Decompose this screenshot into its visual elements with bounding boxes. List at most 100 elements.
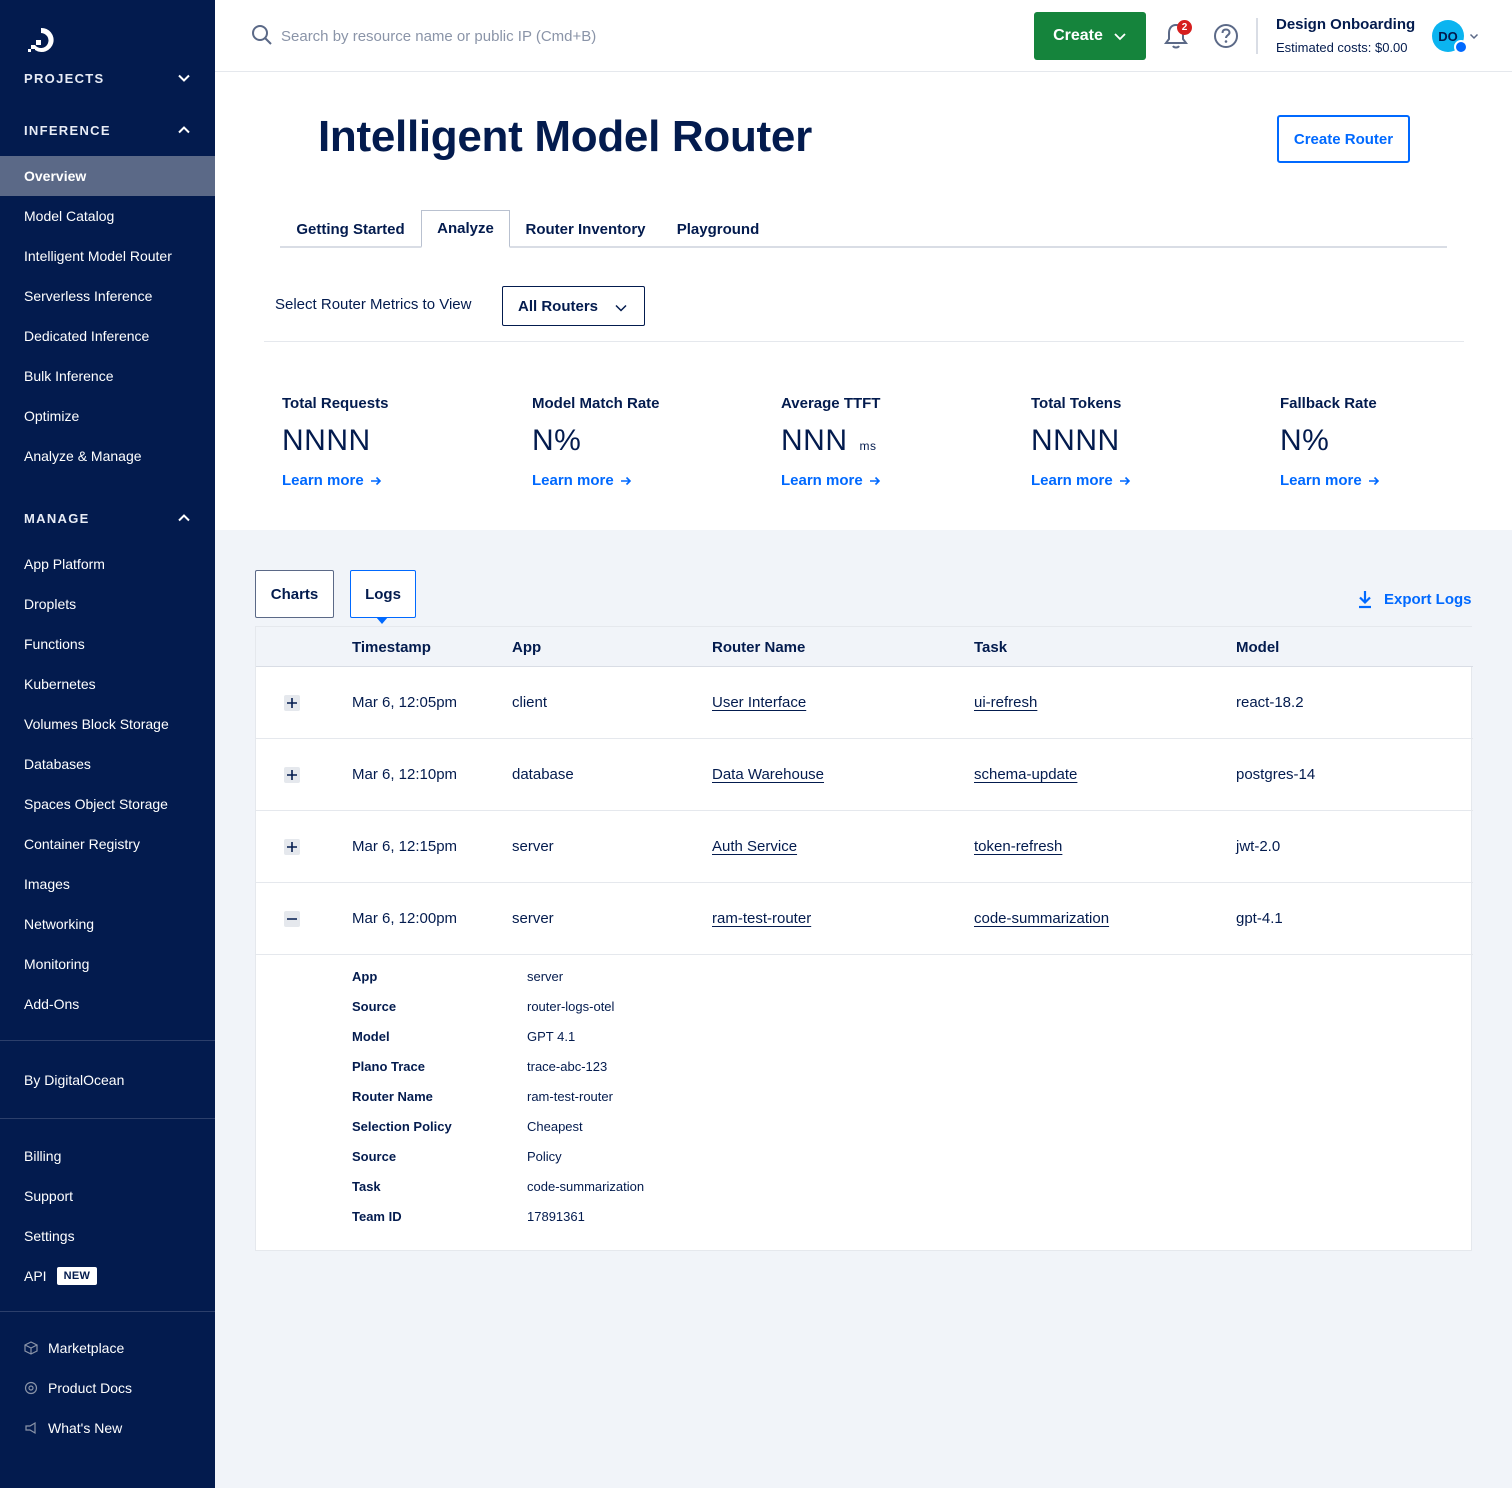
new-badge: NEW: [56, 1267, 98, 1285]
cell-task-link[interactable]: ui-refresh: [974, 694, 1037, 711]
table-row[interactable]: Mar 6, 12:15pm server Auth Service token…: [256, 811, 1473, 883]
sidebar-item-by-digitalocean[interactable]: By DigitalOcean: [0, 1060, 215, 1100]
column-header-task[interactable]: Task: [974, 639, 1007, 656]
chevron-down-icon: [615, 304, 627, 312]
detail-key: Source: [352, 1149, 397, 1164]
detail-row: Source router-logs-otel: [352, 999, 1052, 1029]
sidebar-item-optimize[interactable]: Optimize: [0, 396, 215, 436]
sidebar-item-marketplace[interactable]: Marketplace: [0, 1328, 215, 1368]
sidebar-item-serverless-inference[interactable]: Serverless Inference: [0, 276, 215, 316]
sidebar-item-networking[interactable]: Networking: [0, 904, 215, 944]
sidebar-divider: [0, 1118, 215, 1119]
cell-app: server: [512, 910, 554, 927]
column-header-model[interactable]: Model: [1236, 639, 1279, 656]
sidebar-item-support[interactable]: Support: [0, 1176, 215, 1216]
sidebar-item-functions[interactable]: Functions: [0, 624, 215, 664]
table-row[interactable]: Mar 6, 12:00pm server ram-test-router co…: [256, 883, 1473, 955]
sidebar-item-droplets[interactable]: Droplets: [0, 584, 215, 624]
create-button[interactable]: Create: [1034, 12, 1146, 60]
view-tab-charts[interactable]: Charts: [255, 570, 334, 618]
sidebar-item-overview[interactable]: Overview: [0, 156, 215, 196]
account-name[interactable]: Design Onboarding: [1276, 16, 1415, 33]
sidebar-item-databases[interactable]: Databases: [0, 744, 215, 784]
metric-average-ttft: Average TTFT NNN ms Learn more: [781, 395, 1011, 489]
sidebar-item-settings[interactable]: Settings: [0, 1216, 215, 1256]
sidebar-item-add-ons[interactable]: Add-Ons: [0, 984, 215, 1024]
sidebar-item-api[interactable]: API NEW: [0, 1256, 215, 1296]
detail-key: Router Name: [352, 1089, 433, 1104]
cell-router-link[interactable]: Data Warehouse: [712, 766, 824, 783]
sidebar-item-container-registry[interactable]: Container Registry: [0, 824, 215, 864]
docs-icon: [24, 1381, 38, 1395]
table-row[interactable]: Mar 6, 12:10pm database Data Warehouse s…: [256, 739, 1473, 811]
cell-model: react-18.2: [1236, 694, 1304, 711]
learn-more-link[interactable]: Learn more: [1280, 472, 1510, 489]
manage-section-toggle[interactable]: MANAGE: [24, 508, 192, 528]
sidebar-item-spaces[interactable]: Spaces Object Storage: [0, 784, 215, 824]
expand-icon[interactable]: [284, 839, 300, 855]
metric-label: Total Tokens: [1031, 395, 1122, 412]
metric-label: Total Requests: [282, 395, 389, 412]
router-select[interactable]: All Routers: [502, 286, 645, 326]
tab-getting-started[interactable]: Getting Started: [280, 210, 421, 248]
view-tab-logs[interactable]: Logs: [350, 570, 416, 618]
cell-router-link[interactable]: User Interface: [712, 694, 806, 711]
sidebar-item-product-docs[interactable]: Product Docs: [0, 1368, 215, 1408]
sidebar-item-dedicated-inference[interactable]: Dedicated Inference: [0, 316, 215, 356]
chevron-down-icon[interactable]: [1469, 31, 1479, 41]
projects-section-toggle[interactable]: PROJECTS: [24, 68, 192, 88]
cell-task-link[interactable]: schema-update: [974, 766, 1077, 783]
sidebar-item-images[interactable]: Images: [0, 864, 215, 904]
column-header-router-name[interactable]: Router Name: [712, 639, 805, 656]
sidebar-item-bulk-inference[interactable]: Bulk Inference: [0, 356, 215, 396]
tab-playground[interactable]: Playground: [661, 210, 775, 248]
table-row[interactable]: Mar 6, 12:05pm client User Interface ui-…: [256, 667, 1473, 739]
cell-router-link[interactable]: Auth Service: [712, 838, 797, 855]
sidebar-item-model-catalog[interactable]: Model Catalog: [0, 196, 215, 236]
sidebar-item-kubernetes[interactable]: Kubernetes: [0, 664, 215, 704]
learn-more-label: Learn more: [532, 472, 614, 489]
sidebar-item-monitoring[interactable]: Monitoring: [0, 944, 215, 984]
metric-label: Average TTFT: [781, 395, 881, 412]
cell-timestamp: Mar 6, 12:10pm: [352, 766, 458, 783]
column-header-timestamp[interactable]: Timestamp: [352, 639, 431, 656]
manage-label: MANAGE: [24, 510, 90, 526]
learn-more-link[interactable]: Learn more: [781, 472, 1011, 489]
export-logs-button[interactable]: Export Logs: [1356, 589, 1472, 609]
tab-router-inventory[interactable]: Router Inventory: [510, 210, 661, 248]
column-header-app[interactable]: App: [512, 639, 541, 656]
inference-section-toggle[interactable]: INFERENCE: [24, 120, 192, 140]
sidebar-item-analyze-manage[interactable]: Analyze & Manage: [0, 436, 215, 476]
sidebar-item-intelligent-model-router[interactable]: Intelligent Model Router: [0, 236, 215, 276]
detail-value: trace-abc-123: [527, 1059, 608, 1074]
active-tab-pointer-icon: [376, 617, 388, 624]
sidebar-item-volumes[interactable]: Volumes Block Storage: [0, 704, 215, 744]
sidebar-item-whats-new[interactable]: What's New: [0, 1408, 215, 1448]
cell-task-link[interactable]: code-summarization: [974, 910, 1109, 927]
help-icon[interactable]: [1213, 23, 1239, 49]
expand-icon[interactable]: [284, 767, 300, 783]
learn-more-link[interactable]: Learn more: [282, 472, 512, 489]
tab-analyze[interactable]: Analyze: [421, 210, 510, 248]
detail-row: Source Policy: [352, 1149, 1052, 1179]
metric-value: NNNN: [1031, 424, 1120, 457]
learn-more-link[interactable]: Learn more: [532, 472, 762, 489]
sidebar-item-billing[interactable]: Billing: [0, 1136, 215, 1176]
learn-more-link[interactable]: Learn more: [1031, 472, 1261, 489]
detail-value: Policy: [527, 1149, 562, 1164]
cell-app: client: [512, 694, 548, 711]
create-label: Create: [1053, 27, 1103, 44]
digitalocean-logo-icon[interactable]: [24, 24, 58, 54]
create-router-button[interactable]: Create Router: [1277, 115, 1410, 163]
sidebar-divider: [0, 1040, 215, 1041]
expand-icon[interactable]: [284, 695, 300, 711]
cell-task-link[interactable]: token-refresh: [974, 838, 1062, 855]
search-input[interactable]: [281, 20, 801, 52]
top-bar: Create 2 Design Onboarding Estimated cos…: [215, 0, 1512, 72]
detail-row: Selection Policy Cheapest: [352, 1119, 1052, 1149]
api-label: API: [24, 1268, 47, 1284]
cell-router-link[interactable]: ram-test-router: [712, 910, 811, 927]
arrow-right-icon: [869, 476, 880, 485]
sidebar-item-app-platform[interactable]: App Platform: [0, 544, 215, 584]
collapse-icon[interactable]: [284, 911, 300, 927]
